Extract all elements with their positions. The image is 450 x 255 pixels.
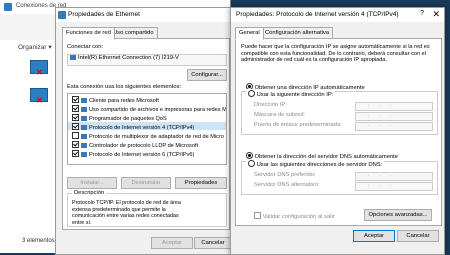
list-item[interactable]: Protocolo de Internet versión 4 (TCP/IPv… [68, 122, 226, 131]
ipv4-properties-dialog: Propiedades: Protocolo de Internet versi… [230, 7, 445, 255]
dns-preferred-field[interactable] [355, 172, 433, 181]
network-icon [58, 11, 66, 19]
error-x-icon: ✕ [36, 96, 43, 105]
networking-panel: Conectar con: Intel(R) Ethernet Connecti… [62, 38, 230, 230]
adapter-field: Intel(R) Ethernet Connection (7) I219-V [67, 54, 227, 66]
organize-label: Organizar [18, 44, 47, 51]
component-icon [81, 134, 87, 139]
radio[interactable] [248, 90, 255, 97]
organize-menu[interactable]: Organizar ▾ [18, 43, 52, 51]
radio[interactable] [246, 152, 253, 159]
gateway-label: Puerta de enlace predeterminada: [254, 122, 342, 128]
checkbox[interactable] [72, 141, 79, 148]
cancel-button[interactable]: Cancelar [397, 230, 439, 242]
validate-option[interactable]: Validar configuración al salir [254, 211, 335, 220]
close-icon[interactable]: ✕ [432, 10, 440, 19]
description-label: Descripción [72, 190, 107, 196]
title-bar: Propiedades: Protocolo de Internet versi… [231, 8, 444, 22]
advanced-button[interactable]: Opciones avanzadas... [364, 209, 432, 221]
radio[interactable] [248, 160, 255, 167]
list-item-label: Protocolo de Internet versión 6 (TCP/IPv… [89, 152, 195, 158]
checkbox[interactable] [72, 123, 79, 130]
tab-networking[interactable]: Funciones de red [62, 27, 115, 40]
accept-button[interactable]: Aceptar [151, 237, 193, 249]
list-item[interactable]: Programador de paquetes QoS [72, 113, 167, 122]
dialog-title: Propiedades: Protocolo de Internet versi… [236, 11, 399, 18]
list-item[interactable]: Protocolo de multiplexor de adaptador de… [72, 131, 224, 140]
title-bar: Propiedades de Ethernet [56, 8, 236, 22]
dns-preferred-label: Servidor DNS preferido: [254, 172, 316, 178]
general-panel: Puede hacer que la configuración IP se a… [235, 38, 442, 226]
checkbox[interactable] [72, 150, 79, 157]
component-icon [81, 107, 87, 112]
manual-ip-label: Usar la siguiente dirección IP: [256, 92, 334, 98]
properties-button[interactable]: Propiedades [175, 177, 227, 189]
connect-using-label: Conectar con: [67, 44, 104, 50]
component-icon [81, 152, 87, 157]
install-button[interactable]: Instalar... [67, 177, 117, 189]
help-button[interactable]: ? [420, 10, 424, 17]
checkbox[interactable] [72, 114, 79, 121]
description-text: Protocolo TCP/IP. El protocolo de red de… [72, 200, 181, 226]
cancel-button[interactable]: Cancelar [194, 237, 232, 249]
items-label: Esta conexión usa los siguientes element… [67, 84, 182, 90]
uninstall-button[interactable]: Desinstalar [121, 177, 171, 189]
component-icon [81, 98, 87, 103]
component-icon [81, 143, 87, 148]
checkbox[interactable] [72, 132, 79, 139]
manual-dns-option[interactable]: Usar las siguientes direcciones de servi… [246, 159, 385, 168]
status-bar: 3 elementos [22, 238, 55, 244]
manual-ip-option[interactable]: Usar la siguiente dirección IP: [246, 89, 336, 98]
dns-alternate-field[interactable] [355, 182, 433, 191]
tab-general[interactable]: General [235, 27, 264, 40]
subnet-label: Máscara de subred: [254, 112, 306, 118]
checkbox[interactable] [254, 212, 261, 219]
checkbox[interactable] [72, 105, 79, 112]
network-icon [4, 3, 12, 11]
gateway-field[interactable] [355, 122, 433, 131]
list-item[interactable]: Uso compartido de archivos e impresoras … [72, 104, 226, 113]
description-group: Descripción Protocolo TCP/IP. El protoco… [67, 190, 227, 227]
error-x-icon: ✕ [36, 68, 43, 77]
ethernet-properties-dialog: Propiedades de Ethernet Funciones de red… [55, 7, 237, 255]
ip-address-label: Dirección IP: [254, 102, 287, 108]
adapter-name: Intel(R) Ethernet Connection (7) I219-V [78, 55, 179, 61]
list-item[interactable]: Controlador de protocolo LLDP de Microso… [72, 140, 198, 149]
configure-button[interactable]: Configurar... [187, 69, 227, 81]
dns-alternate-label: Servidor DNS alternativo: [254, 182, 320, 188]
adapter-icon [70, 55, 76, 60]
list-item[interactable]: Cliente para redes Microsoft [72, 95, 159, 104]
validate-label: Validar configuración al salir [262, 214, 335, 220]
component-icon [81, 116, 87, 121]
chevron-down-icon: ▾ [48, 44, 52, 51]
ip-address-field[interactable] [355, 102, 433, 111]
items-list[interactable]: Cliente para redes Microsoft Uso compart… [67, 93, 227, 165]
ip-group: Usar la siguiente dirección IP: Direcció… [241, 89, 438, 135]
dialog-title: Propiedades de Ethernet [68, 11, 140, 18]
accept-button[interactable]: Aceptar [353, 230, 395, 242]
intro-text: Puede hacer que la configuración IP se a… [241, 44, 430, 64]
list-item[interactable]: Protocolo de Internet versión 6 (TCP/IPv… [72, 149, 195, 158]
manual-dns-label: Usar las siguientes direcciones de servi… [256, 162, 383, 168]
dns-group: Usar las siguientes direcciones de servi… [241, 159, 438, 195]
subnet-field[interactable] [355, 112, 433, 121]
checkbox[interactable] [72, 96, 79, 103]
component-icon [81, 125, 87, 130]
